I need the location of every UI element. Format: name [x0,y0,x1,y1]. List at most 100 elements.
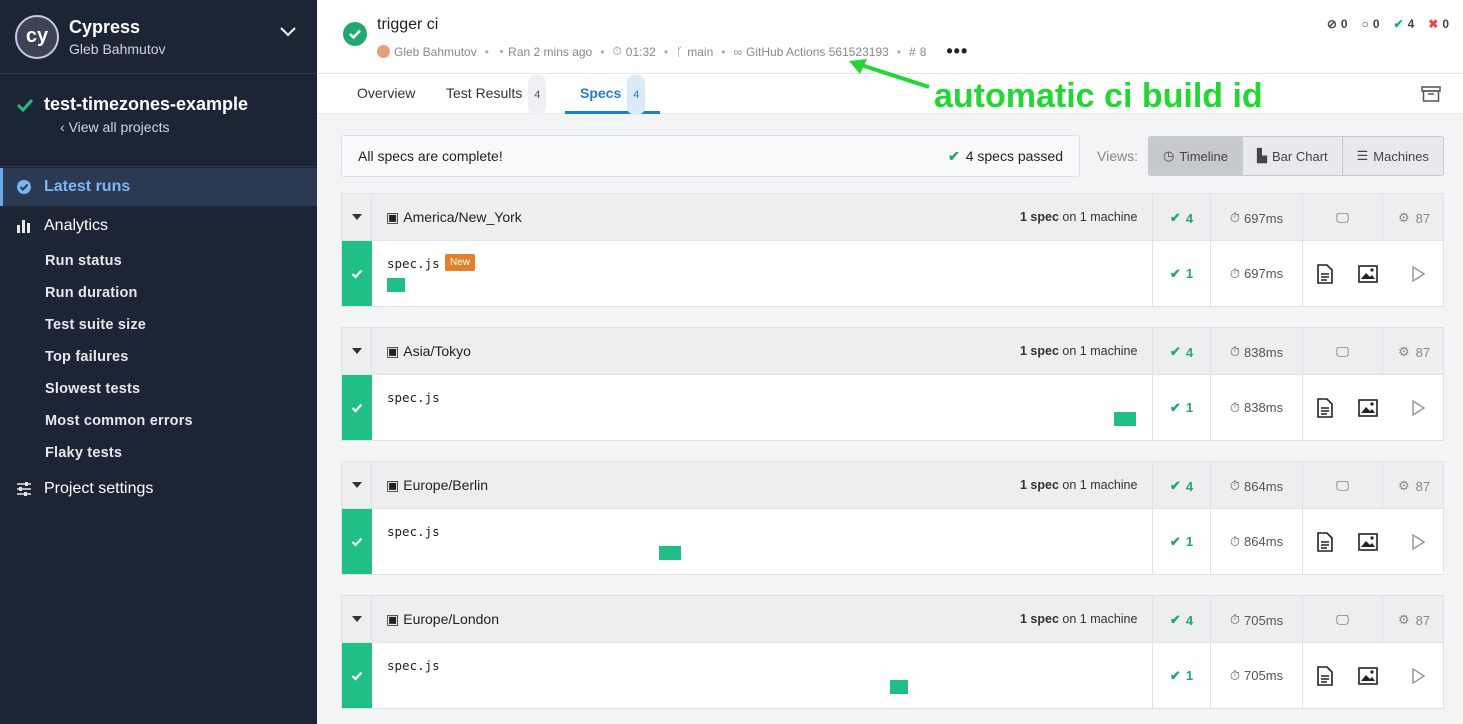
sidebar-item-most-common-errors[interactable]: Most common errors [0,405,317,437]
check-icon [351,671,363,681]
timeline-bar[interactable] [1114,412,1136,426]
spec-passed-bar [342,241,372,306]
sidebar-item-top-failures[interactable]: Top failures [0,341,317,373]
tab-specs[interactable]: Specs 4 [565,74,661,115]
check-icon: ✔ [1169,210,1181,225]
spec-passed-count: 1 [1185,400,1194,415]
screenshots-button[interactable] [1346,241,1390,306]
status-passed: 4 specs passed [965,148,1063,164]
output-log-button[interactable] [1302,375,1346,440]
monitor-icon[interactable]: 🖵 [1302,194,1382,242]
group-passed-count: 4 [1185,210,1194,226]
check-icon [351,403,363,413]
group-duration-value: 838ms [1244,344,1284,360]
output-log-button[interactable] [1302,643,1346,708]
group-duration-value: 864ms [1244,478,1284,494]
group-header: ▣ Asia/Tokyo 1 spec on 1 machine ✔ 4 ⏱ 838m… [341,327,1444,376]
group-score-value: 87 [1415,344,1431,360]
spec-duration-value: 864ms [1244,534,1284,549]
spec-group: ▣ Asia/Tokyo 1 spec on 1 machine ✔ 4 ⏱ 838m… [341,327,1444,442]
annotation-arrow [849,59,930,89]
group-passed: ✔ 4 [1152,194,1210,242]
collapse-toggle[interactable] [342,327,372,375]
monitor-icon[interactable]: 🖵 [1302,596,1382,644]
check-icon: ✔ [1169,399,1181,415]
screenshots-button[interactable] [1346,509,1390,574]
group-duration-value: 705ms [1244,612,1284,628]
timeline-bar[interactable] [890,680,908,694]
sidebar-item-flaky-tests[interactable]: Flaky tests [0,437,317,469]
group-spec-count: 1 spec on 1 machine [1020,478,1137,492]
project-name: test-timezones-example [44,94,249,114]
more-options-button[interactable]: ••• [946,41,968,62]
spec-passed-count: 1 [1185,266,1194,281]
sidebar-nav: Latest runs Analytics Run status Run dur… [0,168,317,508]
video-button[interactable] [1390,241,1445,306]
screenshots-button[interactable] [1346,643,1390,708]
run-branch[interactable]: main [687,45,713,59]
chevron-down-icon[interactable] [279,26,297,38]
group-passed-count: 4 [1185,478,1194,494]
bar-chart-icon [17,220,30,233]
spec-passed: ✔ 1 [1152,509,1210,574]
timeline-bar[interactable] [659,546,681,560]
group-score: ⚙ 87 [1382,596,1445,644]
run-title: trigger ci [377,16,439,33]
sidebar-item-slowest-tests[interactable]: Slowest tests [0,373,317,405]
group-header: ▣ Europe/London 1 spec on 1 machine ✔ 4 ⏱ 7… [341,595,1445,644]
sidebar-item-label: Latest runs [44,178,131,195]
spec-group: ▣ Europe/London 1 spec on 1 machine ✔ 4 ⏱ 7… [341,595,1444,710]
tab-overview[interactable]: Overview [357,74,415,114]
check-icon: ✔ [1169,612,1181,627]
sidebar-item-run-status[interactable]: Run status [0,245,317,277]
screenshots-button[interactable] [1346,375,1390,440]
run-author: Gleb Bahmutov [394,44,477,59]
group-spec-count: 1 spec on 1 machine [1020,210,1137,224]
stopwatch-icon: ⏱ [1229,533,1241,549]
spec-group: ▣ America/New_York 1 spec on 1 machine ✔ 4… [341,193,1444,308]
bar-chart-view-button[interactable]: ▙ Bar Chart [1243,137,1343,175]
video-button[interactable] [1390,509,1445,574]
sidebar-item-project-settings[interactable]: Project settings [0,470,317,508]
monitor-icon[interactable]: 🖵 [1302,462,1382,510]
spec-name[interactable]: spec.js [387,658,440,673]
monitor-icon[interactable]: 🖵 [1302,328,1382,376]
spec-name[interactable]: spec.js [387,256,440,271]
sidebar-item-latest-runs[interactable]: Latest runs [0,168,317,206]
sidebar-item-run-duration[interactable]: Run duration [0,277,317,309]
spec-row[interactable]: spec.js ✔ 1 ⏱ 705ms [341,643,1444,709]
document-icon [1316,531,1333,552]
check-icon: ✔ [1169,533,1181,549]
spec-duration: ⏱ 864ms [1210,509,1302,574]
org-switcher[interactable]: cy Cypress Gleb Bahmutov [0,0,317,74]
spec-row[interactable]: spec.js New ✔ 1 ⏱ 697ms [341,241,1444,307]
output-log-button[interactable] [1302,241,1346,306]
spec-row[interactable]: spec.js ✔ 1 ⏱ 838ms [341,375,1444,441]
collapse-toggle[interactable] [342,595,372,643]
stopwatch-icon: ⏱ [1229,344,1241,359]
archive-icon[interactable] [1421,86,1441,102]
spec-name[interactable]: spec.js [387,524,440,539]
check-icon [351,537,363,547]
sidebar-item-test-suite-size[interactable]: Test suite size [0,309,317,341]
video-button[interactable] [1390,375,1445,440]
output-log-button[interactable] [1302,509,1346,574]
spec-name[interactable]: spec.js [387,390,440,405]
spec-passed-count: 1 [1185,668,1194,683]
run-duration: 01:32 [625,44,656,59]
group-passed-count: 4 [1185,612,1194,628]
tab-test-results[interactable]: Test Results 4 [446,74,547,115]
video-button[interactable] [1390,643,1445,708]
spec-passed-count: 1 [1185,534,1194,549]
collapse-toggle[interactable] [342,461,372,509]
machines-view-button[interactable]: ☰ Machines [1342,137,1443,175]
group-score-value: 87 [1415,478,1431,494]
view-all-projects-link[interactable]: ‹ View all projects [60,119,301,135]
timeline-bar[interactable] [387,278,405,292]
collapse-toggle[interactable] [342,193,372,241]
document-icon [1316,665,1333,686]
timeline-view-button[interactable]: ◷ Timeline [1149,137,1243,175]
machine-count: on 1 machine [1062,612,1138,626]
spec-row[interactable]: spec.js ✔ 1 ⏱ 864ms [341,509,1444,575]
sidebar-item-analytics[interactable]: Analytics [0,207,317,245]
